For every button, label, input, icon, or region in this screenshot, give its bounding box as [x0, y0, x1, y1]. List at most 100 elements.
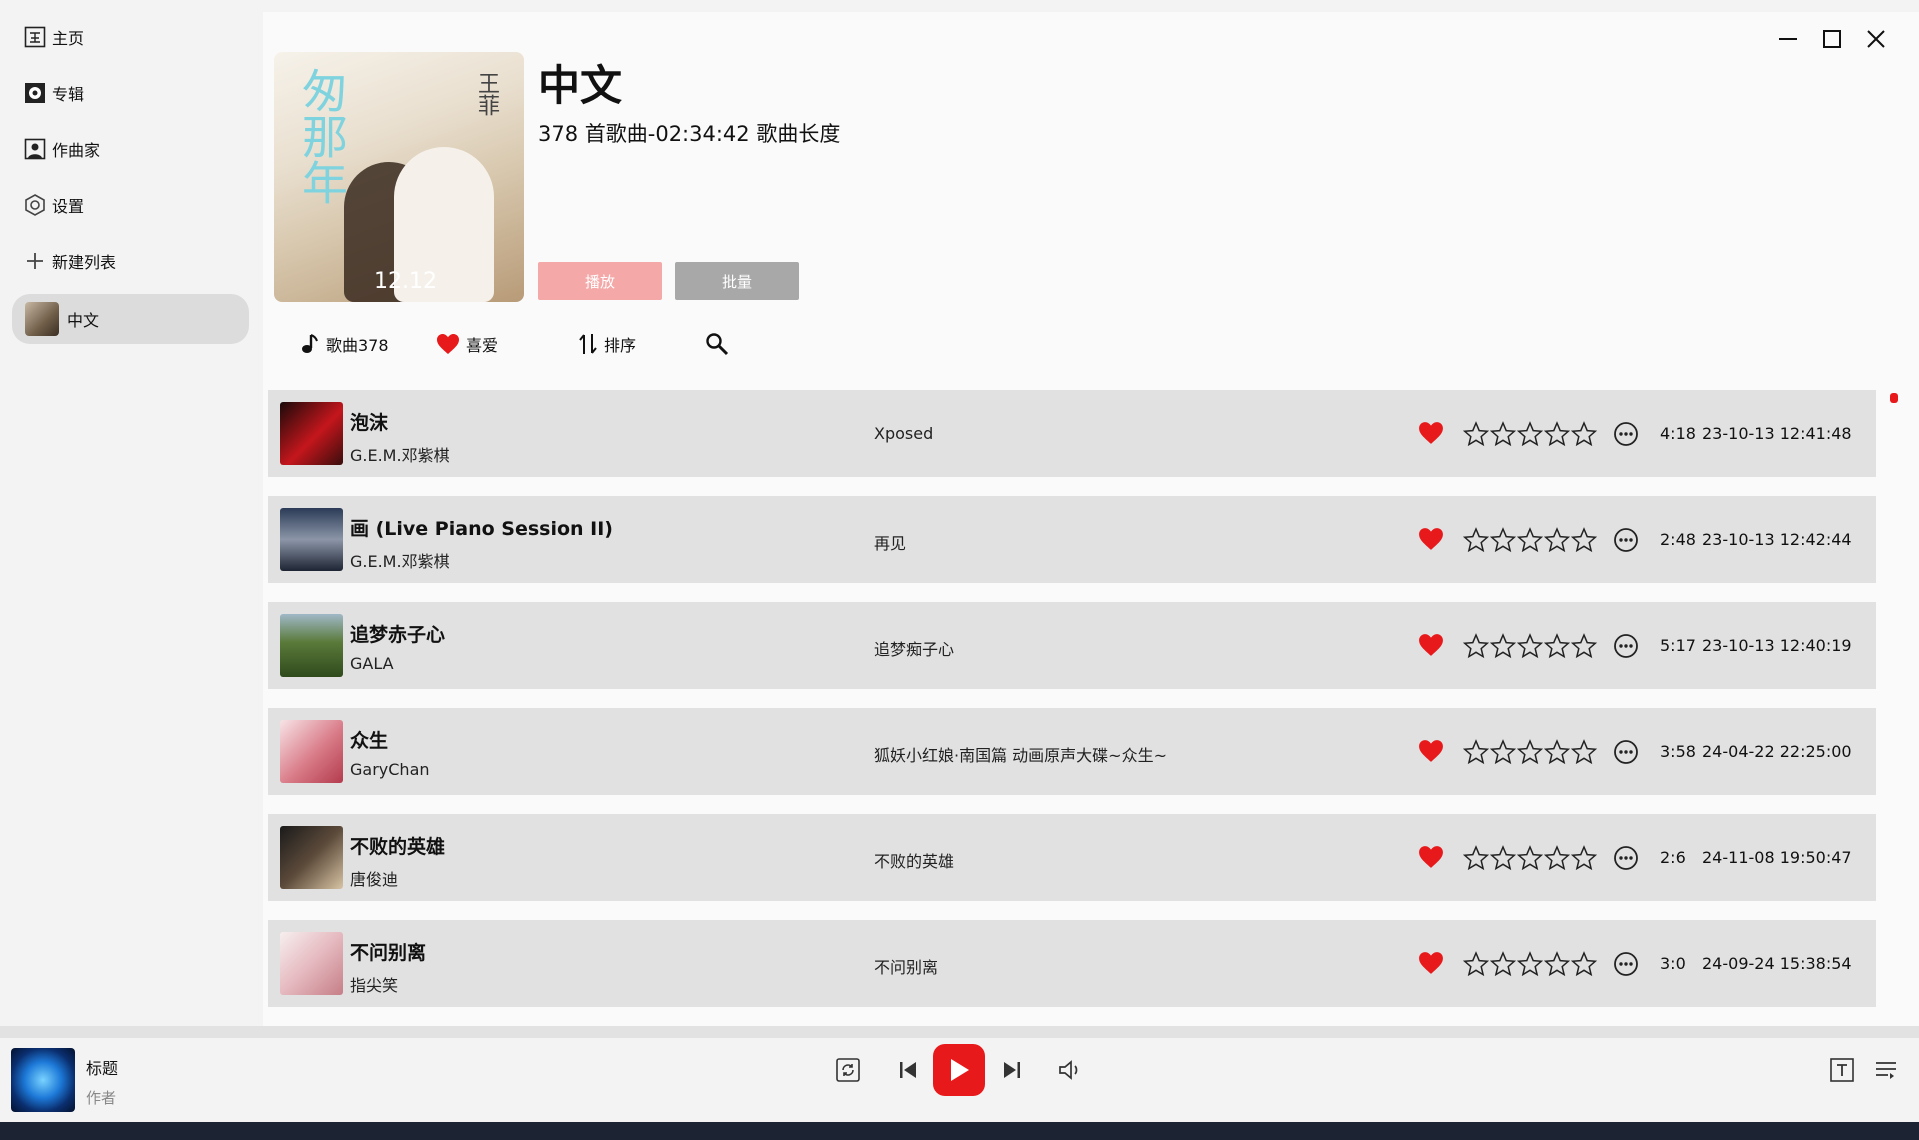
star-icon[interactable]	[1462, 845, 1490, 871]
more-options-icon[interactable]	[1612, 632, 1640, 660]
song-artist[interactable]: G.E.M.邓紫棋	[350, 548, 450, 572]
star-icon[interactable]	[1489, 633, 1517, 659]
star-icon[interactable]	[1570, 951, 1598, 977]
heart-icon[interactable]	[1418, 421, 1444, 447]
song-duration: 3:58	[1660, 742, 1696, 761]
star-icon[interactable]	[1462, 527, 1490, 553]
song-added-date: 24-11-08 19:50:47	[1702, 848, 1852, 867]
sort-button[interactable]: 排序	[578, 328, 636, 360]
song-artist[interactable]: 指尖笑	[350, 972, 398, 996]
song-title: 不问别离	[350, 942, 427, 964]
song-album[interactable]: 不败的英雄	[874, 848, 954, 872]
song-album[interactable]: 狐妖小红娘·南国篇 动画原声大碟~众生~	[874, 742, 1167, 766]
star-icon[interactable]	[1462, 633, 1490, 659]
star-icon[interactable]	[1570, 421, 1598, 447]
star-icon[interactable]	[1489, 845, 1517, 871]
song-album[interactable]: 再见	[874, 530, 906, 554]
heart-icon[interactable]	[1418, 845, 1444, 871]
star-icon[interactable]	[1489, 527, 1517, 553]
sidebar-item-artist[interactable]: 作曲家	[24, 129, 100, 169]
more-options-icon[interactable]	[1612, 526, 1640, 554]
star-icon[interactable]	[1570, 633, 1598, 659]
star-icon[interactable]	[1570, 739, 1598, 765]
sidebar-item-album[interactable]: 专辑	[24, 73, 84, 113]
star-icon[interactable]	[1543, 951, 1571, 977]
song-album[interactable]: 不问别离	[874, 954, 938, 978]
song-row[interactable]: 泡沫 G.E.M.邓紫棋 Xposed 4:18 23-10-13 12:41:48	[268, 390, 1876, 477]
settings-icon	[24, 194, 46, 216]
song-row[interactable]: 追梦赤子心 GALA 追梦痴子心 5:17 23-10-13 12:40:19	[268, 602, 1876, 689]
song-row[interactable]: 不败的英雄 唐俊迪 不败的英雄 2:6 24-11-08 19:50:47	[268, 814, 1876, 901]
heart-icon[interactable]	[1418, 633, 1444, 659]
song-row[interactable]: 不问别离 指尖笑 不问别离 3:0 24-09-24 15:38:54	[268, 920, 1876, 1007]
star-icon[interactable]	[1543, 845, 1571, 871]
sort-label: 排序	[604, 336, 637, 355]
song-title: 画 (Live Piano Session II)	[350, 518, 613, 540]
star-icon[interactable]	[1462, 421, 1490, 447]
volume-button[interactable]	[1055, 1056, 1083, 1084]
sidebar-item-home[interactable]: 主页	[24, 17, 84, 57]
more-options-icon[interactable]	[1612, 420, 1640, 448]
song-added-date: 24-04-22 22:25:00	[1702, 742, 1852, 761]
previous-button[interactable]	[894, 1056, 922, 1084]
scroll-indicator[interactable]	[1890, 393, 1898, 403]
cover-date-text: 12.12	[374, 269, 437, 294]
star-icon[interactable]	[1543, 739, 1571, 765]
star-icon[interactable]	[1570, 845, 1598, 871]
star-icon[interactable]	[1489, 739, 1517, 765]
star-icon[interactable]	[1489, 421, 1517, 447]
song-artist[interactable]: GALA	[350, 654, 394, 673]
song-duration: 4:18	[1660, 424, 1696, 443]
repeat-button[interactable]	[834, 1056, 862, 1084]
star-icon[interactable]	[1516, 633, 1544, 659]
star-icon[interactable]	[1543, 421, 1571, 447]
next-button[interactable]	[998, 1056, 1026, 1084]
skip-next-icon	[1004, 1062, 1020, 1078]
heart-icon[interactable]	[1418, 527, 1444, 553]
sidebar-item-label: 新建列表	[52, 253, 117, 272]
lyrics-button[interactable]	[1828, 1056, 1856, 1084]
sidebar-item-settings[interactable]: 设置	[24, 185, 84, 225]
minimize-button[interactable]	[1775, 26, 1801, 52]
album-icon	[24, 82, 46, 104]
song-row[interactable]: 众生 GaryChan 狐妖小红娘·南国篇 动画原声大碟~众生~ 3:58 24-04-…	[268, 708, 1876, 795]
sidebar-item-new-list[interactable]: 新建列表	[24, 241, 116, 281]
more-options-icon[interactable]	[1612, 844, 1640, 872]
star-icon[interactable]	[1489, 951, 1517, 977]
star-icon[interactable]	[1462, 739, 1490, 765]
more-options-icon[interactable]	[1612, 950, 1640, 978]
sidebar-item-playlist-chinese[interactable]: 中文	[12, 294, 249, 344]
heart-icon[interactable]	[1418, 951, 1444, 977]
now-playing-art	[11, 1048, 75, 1112]
star-icon[interactable]	[1516, 845, 1544, 871]
star-icon[interactable]	[1543, 633, 1571, 659]
batch-button[interactable]: 批量	[675, 262, 799, 300]
star-icon[interactable]	[1516, 527, 1544, 553]
play-button[interactable]	[933, 1044, 985, 1096]
music-note-icon	[300, 333, 320, 355]
song-album[interactable]: Xposed	[874, 424, 933, 443]
star-icon[interactable]	[1462, 951, 1490, 977]
song-album[interactable]: 追梦痴子心	[874, 636, 954, 660]
playlist-queue-button[interactable]	[1872, 1056, 1900, 1084]
star-icon[interactable]	[1516, 421, 1544, 447]
play-all-button[interactable]: 播放	[538, 262, 662, 300]
close-button[interactable]	[1863, 26, 1889, 52]
song-artist[interactable]: G.E.M.邓紫棋	[350, 442, 450, 466]
more-options-icon[interactable]	[1612, 738, 1640, 766]
now-playing-author: 作者	[86, 1089, 117, 1107]
heart-icon[interactable]	[1418, 739, 1444, 765]
song-artist[interactable]: 唐俊迪	[350, 866, 398, 890]
lyrics-icon	[1830, 1058, 1854, 1082]
song-row[interactable]: 画 (Live Piano Session II) G.E.M.邓紫棋 再见 2:48…	[268, 496, 1876, 583]
star-icon[interactable]	[1516, 951, 1544, 977]
star-icon[interactable]	[1543, 527, 1571, 553]
song-artist[interactable]: GaryChan	[350, 760, 430, 779]
song-art	[280, 720, 343, 783]
songs-tab[interactable]: 歌曲378	[300, 328, 389, 360]
star-icon[interactable]	[1516, 739, 1544, 765]
search-button[interactable]	[705, 328, 735, 360]
star-icon[interactable]	[1570, 527, 1598, 553]
maximize-button[interactable]	[1819, 26, 1845, 52]
favorites-tab[interactable]: 喜爱	[436, 328, 498, 360]
